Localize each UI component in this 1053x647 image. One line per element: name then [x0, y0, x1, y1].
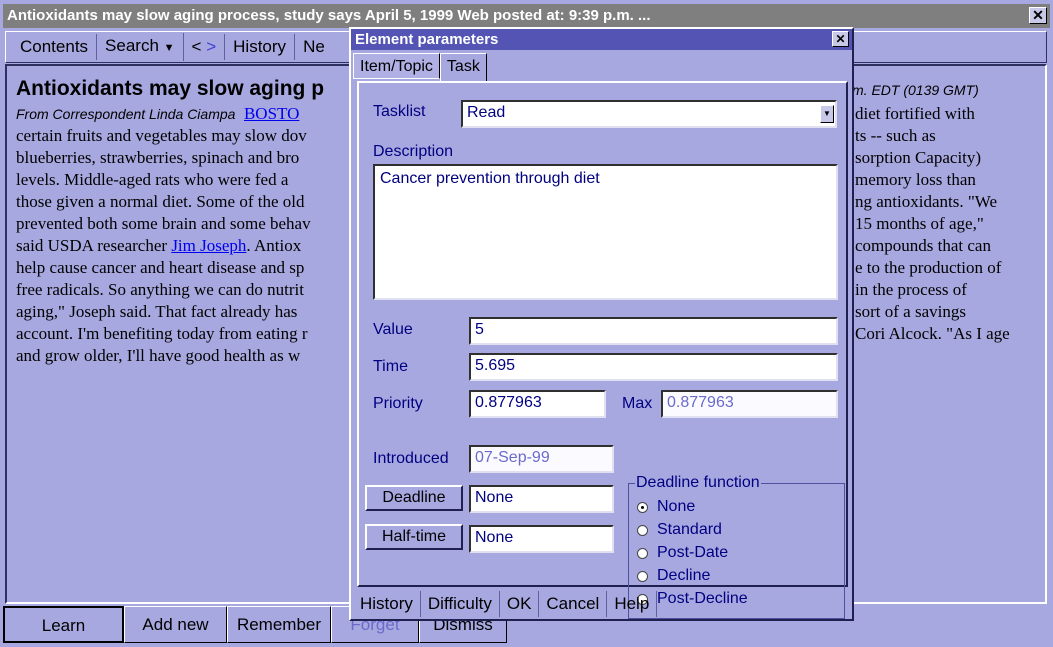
introduced-label: Introduced [373, 450, 449, 467]
article-line: blueberries, strawberries, spinach and b… [16, 148, 300, 167]
priority-input[interactable]: 0.877963 [469, 390, 606, 418]
article-line: prevented both some brain and some behav [16, 214, 311, 233]
article-line: levels. Middle-aged rats who were fed a [16, 170, 289, 189]
nav-buttons: < > [184, 34, 226, 60]
chevron-down-icon: ▼ [163, 42, 175, 54]
dialog-tabs: Item/Topic Task [353, 53, 487, 81]
radio-label: Decline [657, 567, 711, 584]
article-line: compounds that can [855, 236, 991, 255]
article-line: diet fortified with [855, 104, 975, 123]
description-textarea[interactable]: Cancer prevention through diet [373, 164, 838, 300]
window-title-bar: Antioxidants may slow aging process, stu… [3, 4, 1050, 28]
jim-joseph-link[interactable]: Jim Joseph [171, 236, 246, 255]
half-time-button[interactable]: Half-time [365, 524, 463, 550]
article-line: aging," Joseph said. That fact already h… [16, 302, 298, 321]
learn-button[interactable]: Learn [3, 606, 124, 643]
tasklist-value: Read [467, 104, 506, 121]
tasklist-select[interactable]: Read ▼ [461, 100, 837, 128]
back-button[interactable]: < [192, 37, 202, 56]
byline: From Correspondent Linda Ciampa [16, 106, 236, 122]
max-input[interactable]: 0.877963 [661, 390, 838, 418]
article-line: said USDA researcher Jim Joseph. Antiox [16, 236, 301, 256]
article-text: said USDA researcher [16, 236, 172, 255]
contents-button[interactable]: Contents [12, 34, 98, 60]
deadline-input[interactable]: None [469, 485, 614, 513]
search-button[interactable]: Search ▼ [97, 33, 184, 61]
dialog-button-bar: History Difficulty OK Cancel Help [353, 589, 658, 619]
element-parameters-dialog: Element parameters ✕ Item/Topic Task Tas… [349, 27, 854, 621]
article-line: certain fruits and vegetables may slow d… [16, 126, 307, 145]
radio-label: Standard [657, 521, 722, 538]
radio-none[interactable]: None [637, 498, 695, 516]
article-line: those given a normal diet. Some of the o… [16, 192, 305, 211]
tab-item-topic[interactable]: Item/Topic [353, 53, 440, 79]
article-timestamp: m. EDT (0139 GMT) [852, 82, 979, 98]
radio-icon[interactable] [637, 547, 648, 559]
tab-task[interactable]: Task [439, 53, 487, 81]
dialog-title: Element parameters [351, 29, 852, 50]
radio-standard[interactable]: Standard [637, 521, 722, 539]
article-line: sorption Capacity) [855, 148, 982, 167]
radio-post-date[interactable]: Post-Date [637, 544, 728, 562]
article-line: account. I'm benefiting today from eatin… [16, 324, 308, 343]
article-line: help cause cancer and heart disease and … [16, 258, 305, 277]
article-line: and grow older, I'll have good health as… [16, 346, 301, 365]
article-headline: Antioxidants may slow aging p [16, 77, 325, 100]
article-line: in the process of [855, 280, 967, 299]
ok-button[interactable]: OK [500, 591, 540, 617]
radio-label: Post-Decline [657, 590, 748, 607]
half-time-input[interactable]: None [469, 525, 614, 553]
radio-icon[interactable] [637, 570, 648, 582]
article-line: 15 months of age," [855, 214, 984, 233]
article-line: sort of a savings [855, 302, 966, 321]
article-line: Cori Alcock. "As I age [855, 324, 1010, 343]
article-line: e to the production of [855, 258, 1002, 277]
radio-icon[interactable] [637, 501, 648, 513]
window-title: Antioxidants may slow aging process, stu… [7, 7, 651, 24]
max-label: Max [622, 395, 653, 412]
task-panel: Tasklist Read ▼ Description Cancer preven… [357, 81, 848, 619]
description-label: Description [373, 143, 454, 160]
priority-label: Priority [373, 395, 423, 412]
close-icon[interactable]: ✕ [1029, 7, 1047, 24]
boston-link[interactable]: BOSTO [244, 104, 299, 123]
deadline-button[interactable]: Deadline [365, 485, 463, 511]
deadline-function-group: Deadline function None Standard Post-Date D… [628, 474, 845, 619]
radio-icon[interactable] [637, 524, 648, 536]
value-input[interactable]: 5 [469, 317, 838, 345]
article-line: memory loss than [855, 170, 976, 189]
article-text: . Antiox [246, 236, 302, 255]
add-new-button[interactable]: Add new [124, 606, 227, 643]
tasklist-label: Tasklist [373, 103, 426, 120]
help-button[interactable]: Help [607, 591, 658, 617]
time-label: Time [373, 358, 408, 375]
radio-decline[interactable]: Decline [637, 567, 710, 585]
cancel-button[interactable]: Cancel [539, 591, 608, 617]
dialog-close-icon[interactable]: ✕ [832, 31, 849, 47]
next-button[interactable]: Ne [295, 34, 333, 60]
forward-button[interactable]: > [206, 37, 216, 56]
article-line: ts -- such as [855, 126, 936, 145]
introduced-input[interactable]: 07-Sep-99 [469, 445, 614, 473]
difficulty-button[interactable]: Difficulty [421, 591, 500, 617]
radio-label: Post-Date [657, 544, 729, 561]
search-label: Search [105, 36, 159, 55]
history-dialog-button[interactable]: History [353, 591, 421, 617]
history-button[interactable]: History [225, 34, 296, 60]
article-line: free radicals. So anything we can do nut… [16, 280, 304, 299]
deadline-function-label: Deadline function [635, 474, 761, 492]
radio-label: None [657, 498, 696, 515]
time-input[interactable]: 5.695 [469, 353, 838, 381]
remember-button[interactable]: Remember [227, 606, 331, 643]
value-label: Value [373, 321, 413, 338]
article-line: ng antioxidants. "We [855, 192, 998, 211]
chevron-down-icon[interactable]: ▼ [820, 105, 834, 123]
